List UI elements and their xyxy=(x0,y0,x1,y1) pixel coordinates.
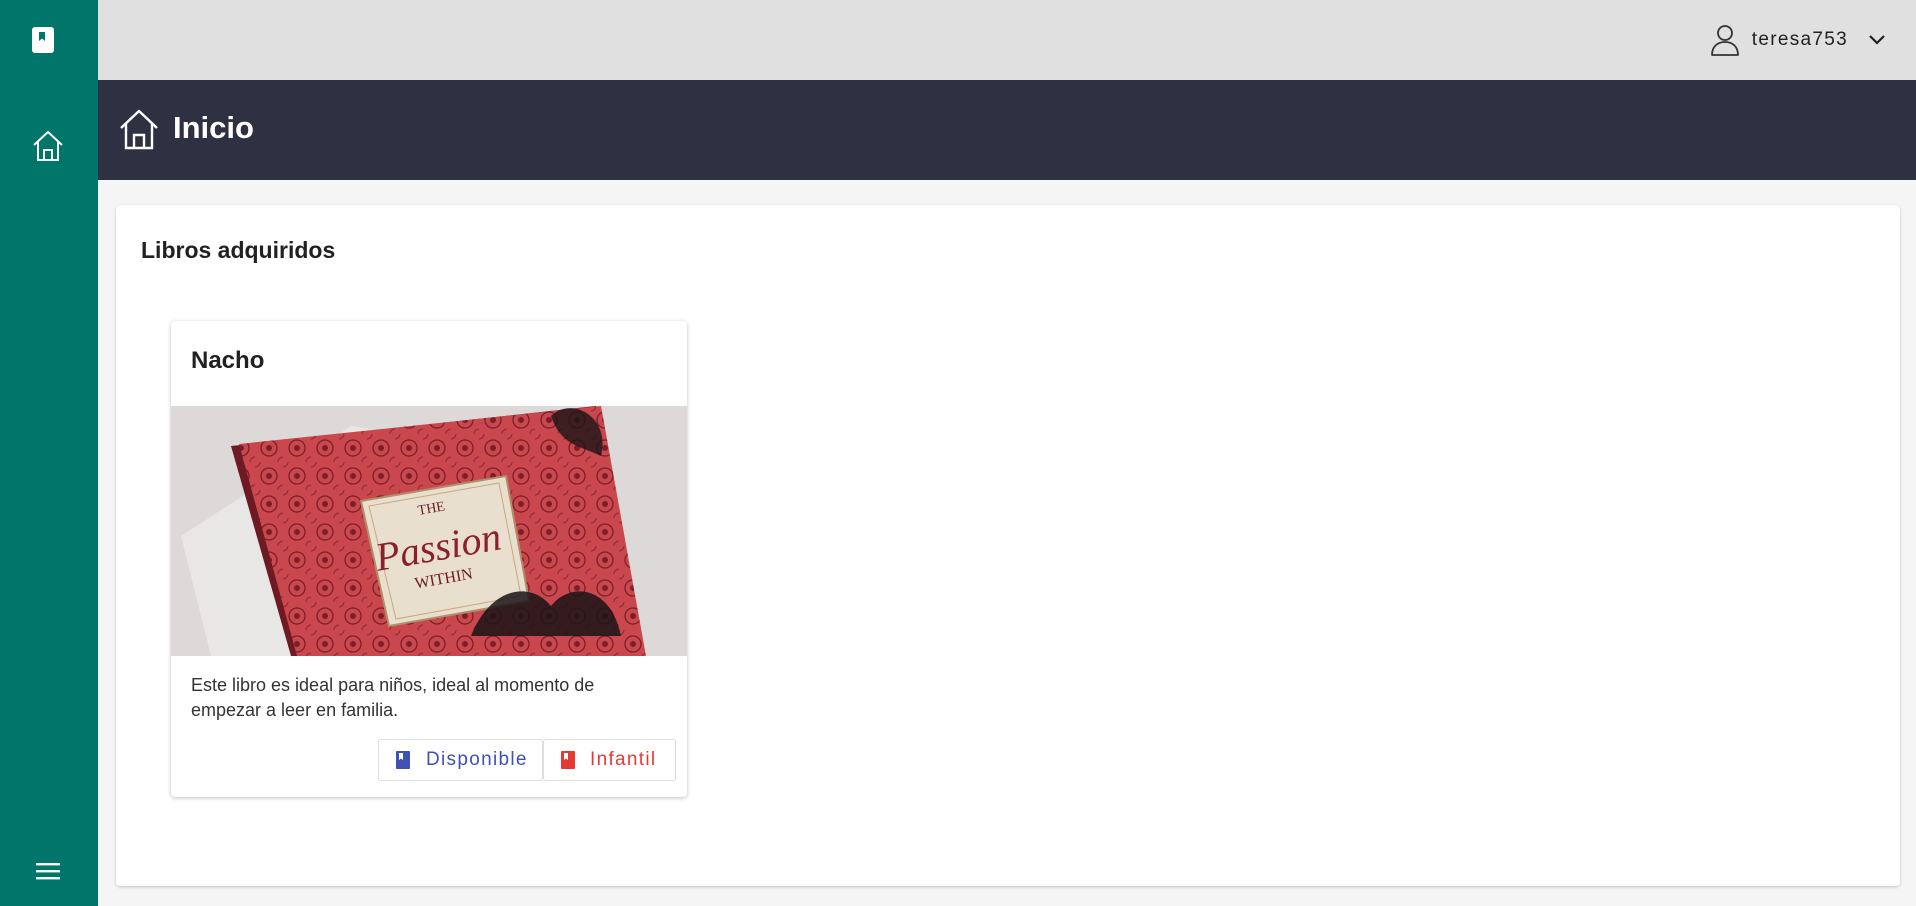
book-cover-image: THE Passion WITHIN xyxy=(171,406,687,656)
top-bar: teresa753 xyxy=(98,0,1916,80)
status-available-button[interactable]: Disponible xyxy=(378,739,543,781)
category-button[interactable]: Infantil xyxy=(543,739,676,781)
content-panel: Libros adquiridos Nacho THE Passion WITH… xyxy=(116,205,1900,886)
chevron-down-icon[interactable] xyxy=(1868,34,1886,46)
category-label: Infantil xyxy=(590,749,657,770)
page-title: Inicio xyxy=(173,110,254,145)
user-icon xyxy=(1710,25,1739,56)
page-header: Inicio xyxy=(98,80,1916,180)
section-title: Libros adquiridos xyxy=(141,237,336,263)
home-icon xyxy=(120,109,158,150)
book-icon xyxy=(561,751,575,769)
hamburger-menu-icon[interactable] xyxy=(35,860,61,882)
book-card: Nacho THE Passion WITHIN Este libro es i… xyxy=(171,321,687,797)
book-description: Este libro es ideal para niños, ideal al… xyxy=(191,675,595,720)
book-icon[interactable] xyxy=(31,26,55,54)
user-menu[interactable]: teresa753 xyxy=(1710,24,1886,56)
book-title: Nacho xyxy=(191,347,265,374)
username: teresa753 xyxy=(1751,29,1848,50)
sidebar xyxy=(0,0,98,906)
status-label: Disponible xyxy=(426,749,528,770)
book-icon xyxy=(396,751,410,769)
home-icon[interactable] xyxy=(31,129,65,163)
